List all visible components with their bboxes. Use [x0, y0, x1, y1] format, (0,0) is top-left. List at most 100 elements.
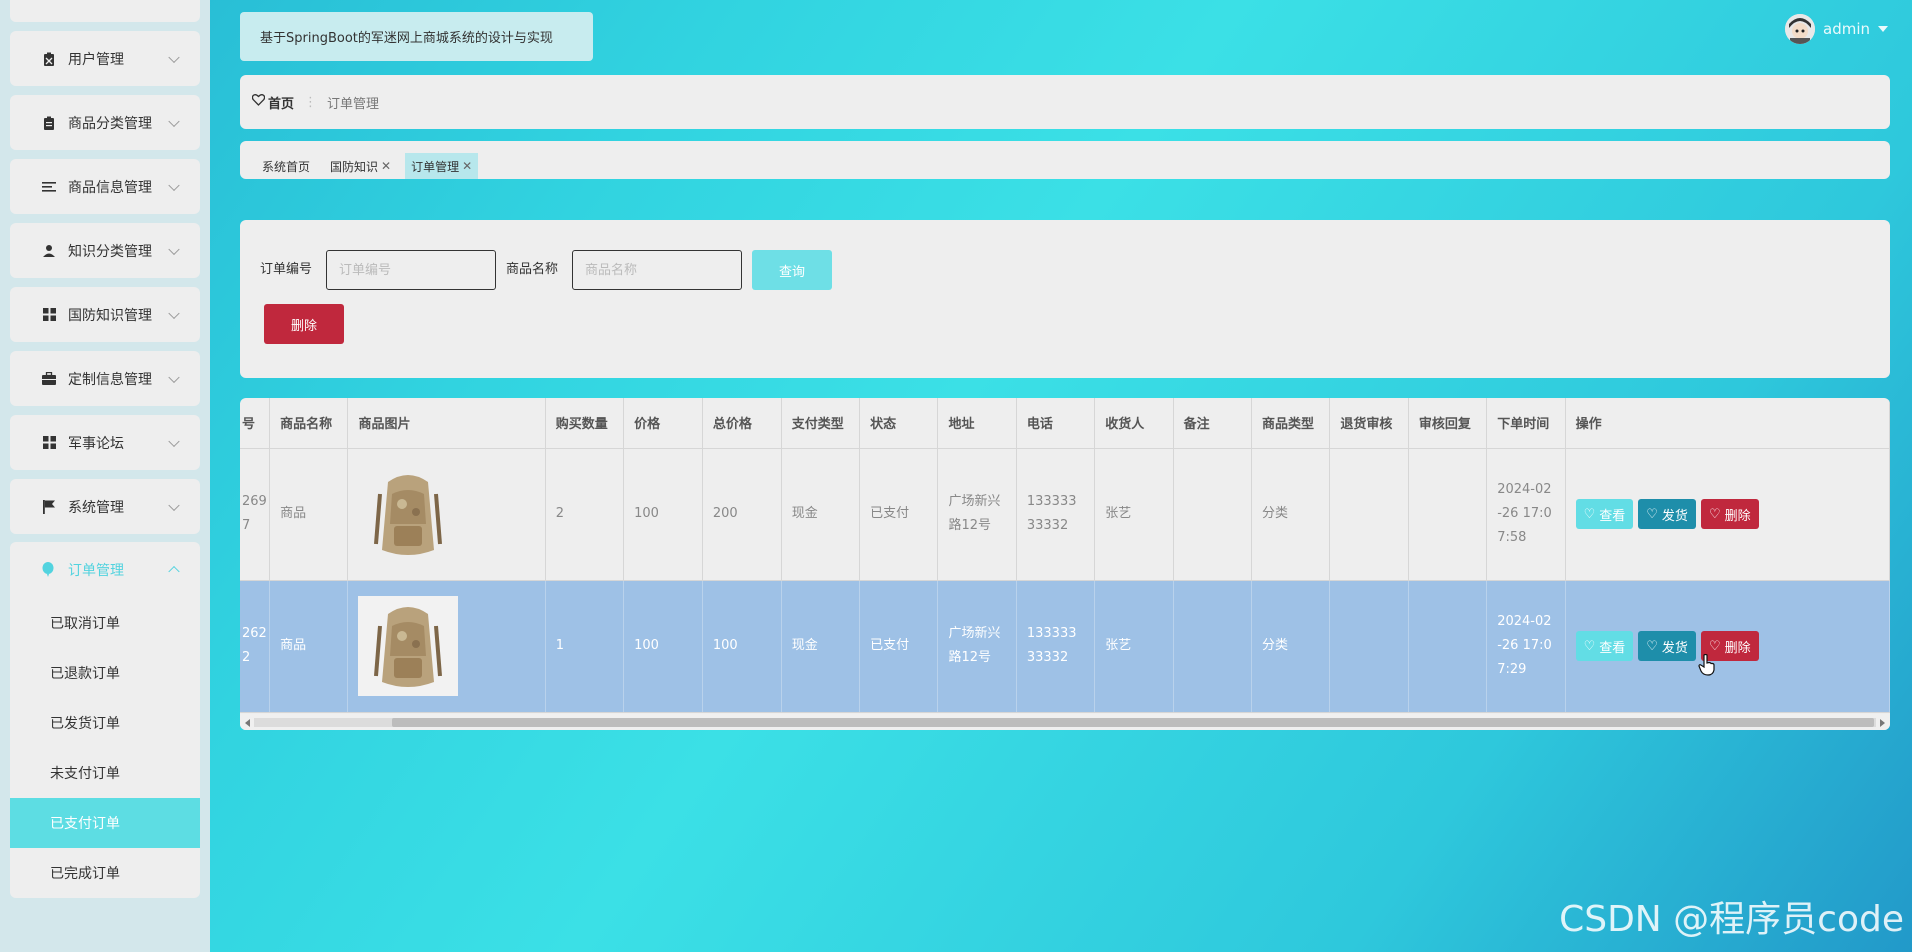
person-icon: [42, 244, 56, 258]
col-header: 下单时间: [1486, 398, 1566, 449]
grid-icon: [42, 436, 56, 450]
sidebar-item-product-info[interactable]: 商品信息管理: [10, 159, 200, 214]
ship-button[interactable]: ♡ 发货: [1638, 631, 1696, 661]
close-icon[interactable]: ✕: [462, 159, 472, 173]
chevron-up-icon: [168, 565, 180, 578]
cell-time: 2024-02-26 17:07:58: [1486, 448, 1566, 581]
submenu-item-refunded[interactable]: 已退款订单: [10, 648, 200, 698]
chevron-down-icon: [168, 307, 180, 319]
cell-address: 广场新兴路12号: [937, 448, 1017, 581]
col-header: 电话: [1016, 398, 1096, 449]
chevron-down-icon: [168, 115, 180, 127]
col-header: 退货审核: [1329, 398, 1409, 449]
cell-actions: ♡ 查看 ♡ 发货 ♡ 删除: [1565, 448, 1890, 581]
list-icon: [42, 180, 56, 194]
sidebar-item-orders[interactable]: 订单管理: [10, 542, 200, 598]
col-header: 价格: [623, 398, 703, 449]
col-header: 商品图片: [347, 398, 546, 449]
chevron-down-icon: [168, 371, 180, 383]
breadcrumb: 首页 ⋮ 订单管理: [240, 75, 1890, 129]
submenu-item-completed[interactable]: 已完成订单: [10, 848, 200, 898]
sidebar-item-knowledge-category[interactable]: 知识分类管理: [10, 223, 200, 278]
scroll-left-icon[interactable]: [245, 719, 250, 727]
cell-receiver: 张艺: [1094, 580, 1174, 713]
chevron-down-icon: [168, 51, 180, 63]
app-title: 基于SpringBoot的军迷网上商城系统的设计与实现: [240, 12, 593, 61]
col-header: 总价格: [702, 398, 782, 449]
tab-bar: 系统首页 国防知识 ✕ 订单管理 ✕: [240, 141, 1890, 179]
scroll-thumb[interactable]: [392, 718, 1874, 727]
cell-price: 100: [623, 580, 703, 713]
ship-button[interactable]: ♡ 发货: [1638, 499, 1696, 529]
cell-total: 100: [702, 580, 782, 713]
sidebar-item-forum[interactable]: 军事论坛: [10, 415, 200, 470]
close-icon[interactable]: ✕: [381, 159, 391, 173]
heart-icon: ♡: [1708, 506, 1721, 522]
table-row[interactable]: 2697 商品 2 100 200 现金 已支付 广场新兴路12号 133333…: [240, 448, 1890, 581]
view-button[interactable]: ♡ 查看: [1575, 499, 1634, 529]
sidebar-item-defense-knowledge[interactable]: 国防知识管理: [10, 287, 200, 342]
cell-pay-type: 现金: [781, 448, 861, 581]
hand-cursor-icon: [1698, 653, 1716, 680]
cell-receiver: 张艺: [1094, 448, 1174, 581]
breadcrumb-home[interactable]: 首页: [251, 93, 294, 112]
sidebar-item-label: 知识分类管理: [68, 243, 152, 260]
sidebar-item-system[interactable]: 系统管理: [10, 479, 200, 534]
sidebar-item-label: 系统管理: [68, 499, 124, 516]
view-button[interactable]: ♡ 查看: [1575, 631, 1634, 661]
tab-home[interactable]: 系统首页: [256, 153, 316, 179]
view-label: 查看: [1599, 508, 1626, 524]
table-row[interactable]: 2622 商品 1 100 100 现金 已支付 广场新兴路12号 133333…: [240, 580, 1890, 713]
cell-remark: [1173, 580, 1253, 713]
delete-label: 删除: [1724, 508, 1751, 524]
ship-label: 发货: [1661, 640, 1688, 656]
product-name-input[interactable]: [572, 250, 742, 290]
chevron-down-icon: [168, 243, 180, 255]
cell-status: 已支付: [859, 448, 939, 581]
scroll-right-icon[interactable]: [1880, 719, 1885, 727]
search-panel: 订单编号 商品名称 查询 删除: [240, 220, 1890, 378]
cell-return-review: [1329, 580, 1409, 713]
cell-total: 200: [702, 448, 782, 581]
product-name-label: 商品名称: [506, 262, 559, 277]
sidebar: 用户管理 商品分类管理 商品信息管理 知识分类管理 国防知识管理 定制信息管理 …: [0, 0, 210, 952]
col-header: 号: [240, 398, 271, 449]
user-menu[interactable]: admin: [1785, 14, 1888, 44]
query-button[interactable]: 查询: [752, 250, 832, 290]
tab-defense-knowledge[interactable]: 国防知识 ✕: [324, 153, 397, 179]
tab-order-management[interactable]: 订单管理 ✕: [405, 153, 479, 179]
col-header: 商品名称: [269, 398, 349, 449]
batch-delete-button[interactable]: 删除: [264, 304, 344, 344]
breadcrumb-separator: ⋮: [304, 94, 318, 110]
sidebar-item-custom-info[interactable]: 定制信息管理: [10, 351, 200, 406]
sidebar-item-users[interactable]: 用户管理: [10, 31, 200, 86]
submenu-item-cancelled[interactable]: 已取消订单: [10, 598, 200, 648]
cell-time: 2024-02-26 17:07:29: [1486, 580, 1566, 713]
tab-label: 系统首页: [262, 159, 311, 174]
col-header: 备注: [1173, 398, 1253, 449]
cell-return-review: [1329, 448, 1409, 581]
cell-review-reply: [1408, 580, 1488, 713]
submenu-item-unpaid[interactable]: 未支付订单: [10, 748, 200, 798]
order-no-input[interactable]: [326, 250, 496, 290]
backpack-image: [358, 596, 459, 696]
cell-type: 分类: [1251, 448, 1331, 581]
sidebar-item-partial[interactable]: [10, 0, 200, 22]
heart-icon: ♡: [1583, 638, 1596, 654]
chevron-down-icon: [168, 499, 180, 511]
breadcrumb-current: 订单管理: [327, 96, 380, 112]
delete-button[interactable]: ♡ 删除: [1700, 499, 1759, 529]
horizontal-scrollbar[interactable]: [240, 714, 1890, 730]
sidebar-item-product-category[interactable]: 商品分类管理: [10, 95, 200, 150]
caret-down-icon: [1878, 26, 1888, 32]
submenu-item-paid[interactable]: 已支付订单: [10, 798, 200, 848]
view-label: 查看: [1599, 640, 1626, 656]
sidebar-item-label: 国防知识管理: [68, 307, 152, 324]
cell-product-name: 商品: [269, 448, 349, 581]
sidebar-item-label: 军事论坛: [68, 435, 124, 452]
submenu-item-shipped[interactable]: 已发货订单: [10, 698, 200, 748]
sidebar-item-label: 商品分类管理: [68, 115, 152, 132]
cell-status: 已支付: [859, 580, 939, 713]
chevron-down-icon: [168, 179, 180, 191]
orders-table: 号 商品名称 商品图片 购买数量 价格 总价格 支付类型 状态 地址 电话 收货…: [240, 398, 1890, 730]
